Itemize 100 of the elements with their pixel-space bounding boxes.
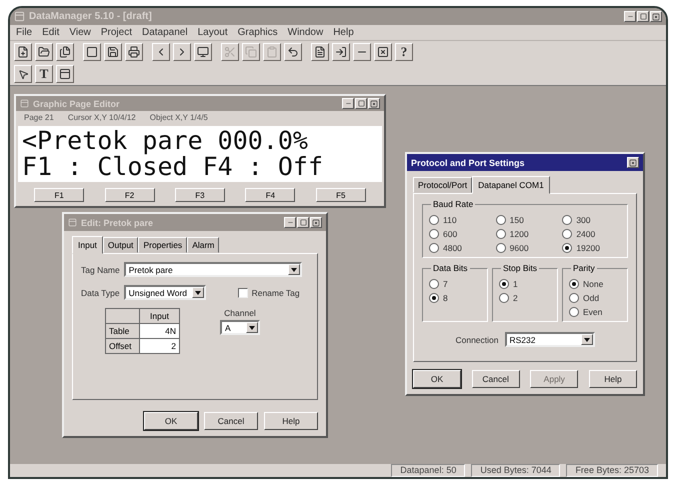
toolbar-button[interactable] [35, 43, 53, 61]
close-button[interactable] [310, 217, 322, 228]
radio-button[interactable] [429, 215, 439, 225]
tab[interactable]: Output [102, 237, 138, 253]
function-key[interactable]: F5 [316, 188, 366, 202]
radio-button[interactable] [569, 279, 579, 289]
minimize-button[interactable] [342, 98, 354, 109]
data-type-dropdown[interactable]: Unsigned Word [124, 285, 206, 300]
connection-dropdown[interactable]: RS232 [504, 332, 594, 347]
toolbar-button[interactable] [104, 43, 122, 61]
close-icon [312, 218, 320, 226]
toolbar-button[interactable] [332, 43, 350, 61]
channel-dropdown[interactable]: A [220, 320, 260, 335]
radio-button[interactable] [499, 293, 509, 303]
function-key[interactable]: F4 [245, 188, 296, 202]
toolbar-button[interactable] [311, 43, 329, 61]
dialog-button[interactable]: Help [588, 370, 637, 388]
radio-button[interactable] [562, 229, 572, 239]
radio-button[interactable] [429, 279, 439, 289]
dropdown-arrow-icon [290, 268, 297, 272]
radio-button[interactable] [569, 293, 579, 303]
menu-item[interactable]: Edit [42, 27, 60, 38]
tab[interactable]: Protocol/Port [413, 177, 472, 193]
table-cell[interactable]: 4N [140, 324, 180, 338]
menu-item[interactable]: Project [100, 27, 132, 38]
paste-icon [266, 46, 278, 58]
menu-item[interactable]: Datapanel [142, 27, 188, 38]
copy-icon [245, 46, 257, 58]
tab[interactable]: Input [72, 236, 103, 254]
tag-name-dropdown[interactable]: Pretok pare [124, 262, 302, 277]
toolbar-button[interactable] [56, 43, 74, 61]
dropdown-arrow-icon [194, 290, 201, 294]
radio-button[interactable] [429, 229, 439, 239]
menu-item[interactable]: View [69, 27, 91, 38]
table-cell[interactable]: 2 [140, 338, 180, 354]
pointer-icon [18, 68, 28, 80]
toolbar-button[interactable] [263, 43, 281, 61]
dialog-button[interactable]: Help [264, 412, 318, 430]
import-icon [335, 46, 347, 58]
status-text: Cursor X,Y 10/4/12 [68, 113, 136, 122]
dialog-button[interactable]: OK [413, 370, 461, 388]
toolbar-button[interactable] [14, 43, 32, 61]
option-label: None [583, 279, 604, 289]
close-button[interactable] [650, 11, 662, 22]
radio-button[interactable] [562, 243, 572, 253]
toolbar-button[interactable] [221, 43, 239, 61]
frame-icon [59, 68, 71, 80]
close-button[interactable] [368, 98, 380, 109]
option-label: 8 [443, 293, 448, 303]
text-tool[interactable]: T [35, 65, 53, 83]
dialog-button[interactable]: OK [144, 412, 198, 430]
toolbar-button[interactable] [83, 43, 101, 61]
radio-button[interactable] [496, 243, 506, 253]
option-label: 150 [510, 215, 524, 225]
menu-item[interactable]: Help [333, 27, 354, 38]
maximize-button[interactable] [637, 11, 649, 22]
window-icon [68, 218, 77, 227]
help-button[interactable]: ? [395, 43, 413, 61]
close-button[interactable] [627, 157, 639, 168]
toolbar-button[interactable] [374, 43, 392, 61]
menu-item[interactable]: Layout [198, 27, 228, 38]
toolbar-button[interactable] [284, 43, 302, 61]
app-icon [14, 11, 25, 22]
function-key[interactable]: F2 [104, 188, 155, 202]
radio-button[interactable] [496, 229, 506, 239]
radio-button[interactable] [562, 215, 572, 225]
frame-tool[interactable] [56, 65, 74, 83]
tab[interactable]: Properties [138, 237, 188, 253]
radio-button[interactable] [499, 279, 509, 289]
status-field: Free Bytes: 25703 [566, 464, 658, 477]
radio-button[interactable] [429, 293, 439, 303]
menu-item[interactable]: File [16, 27, 32, 38]
dialog-button[interactable]: Cancel [472, 370, 520, 388]
menu-item[interactable]: Window [288, 27, 324, 38]
close-icon [652, 12, 660, 20]
function-key[interactable]: F3 [174, 188, 225, 202]
radio-button[interactable] [569, 307, 579, 317]
minimize-button[interactable] [624, 11, 636, 22]
minimize-button[interactable] [284, 217, 296, 228]
maximize-button[interactable] [355, 98, 367, 109]
maximize-button[interactable] [297, 217, 309, 228]
menu-item[interactable]: Graphics [238, 27, 278, 38]
tab[interactable]: Alarm [187, 237, 220, 253]
toolbar-button[interactable] [353, 43, 371, 61]
documents-icon [59, 46, 71, 58]
checkbox[interactable] [238, 288, 248, 298]
pointer-tool[interactable] [14, 65, 32, 83]
radio-button[interactable] [496, 215, 506, 225]
option-label: 600 [443, 229, 458, 239]
radio-button[interactable] [429, 243, 439, 253]
function-key[interactable]: F1 [34, 188, 84, 202]
group-label: Data Bits [431, 263, 470, 273]
tab[interactable]: Datapanel COM1 [472, 176, 550, 194]
toolbar-button[interactable] [194, 43, 212, 61]
toolbar-button[interactable] [125, 43, 143, 61]
dialog-button[interactable]: Cancel [204, 412, 258, 430]
toolbar-button[interactable] [242, 43, 260, 61]
option-label: 2400 [576, 229, 596, 239]
toolbar-button[interactable] [152, 43, 170, 61]
toolbar-button[interactable] [173, 43, 191, 61]
